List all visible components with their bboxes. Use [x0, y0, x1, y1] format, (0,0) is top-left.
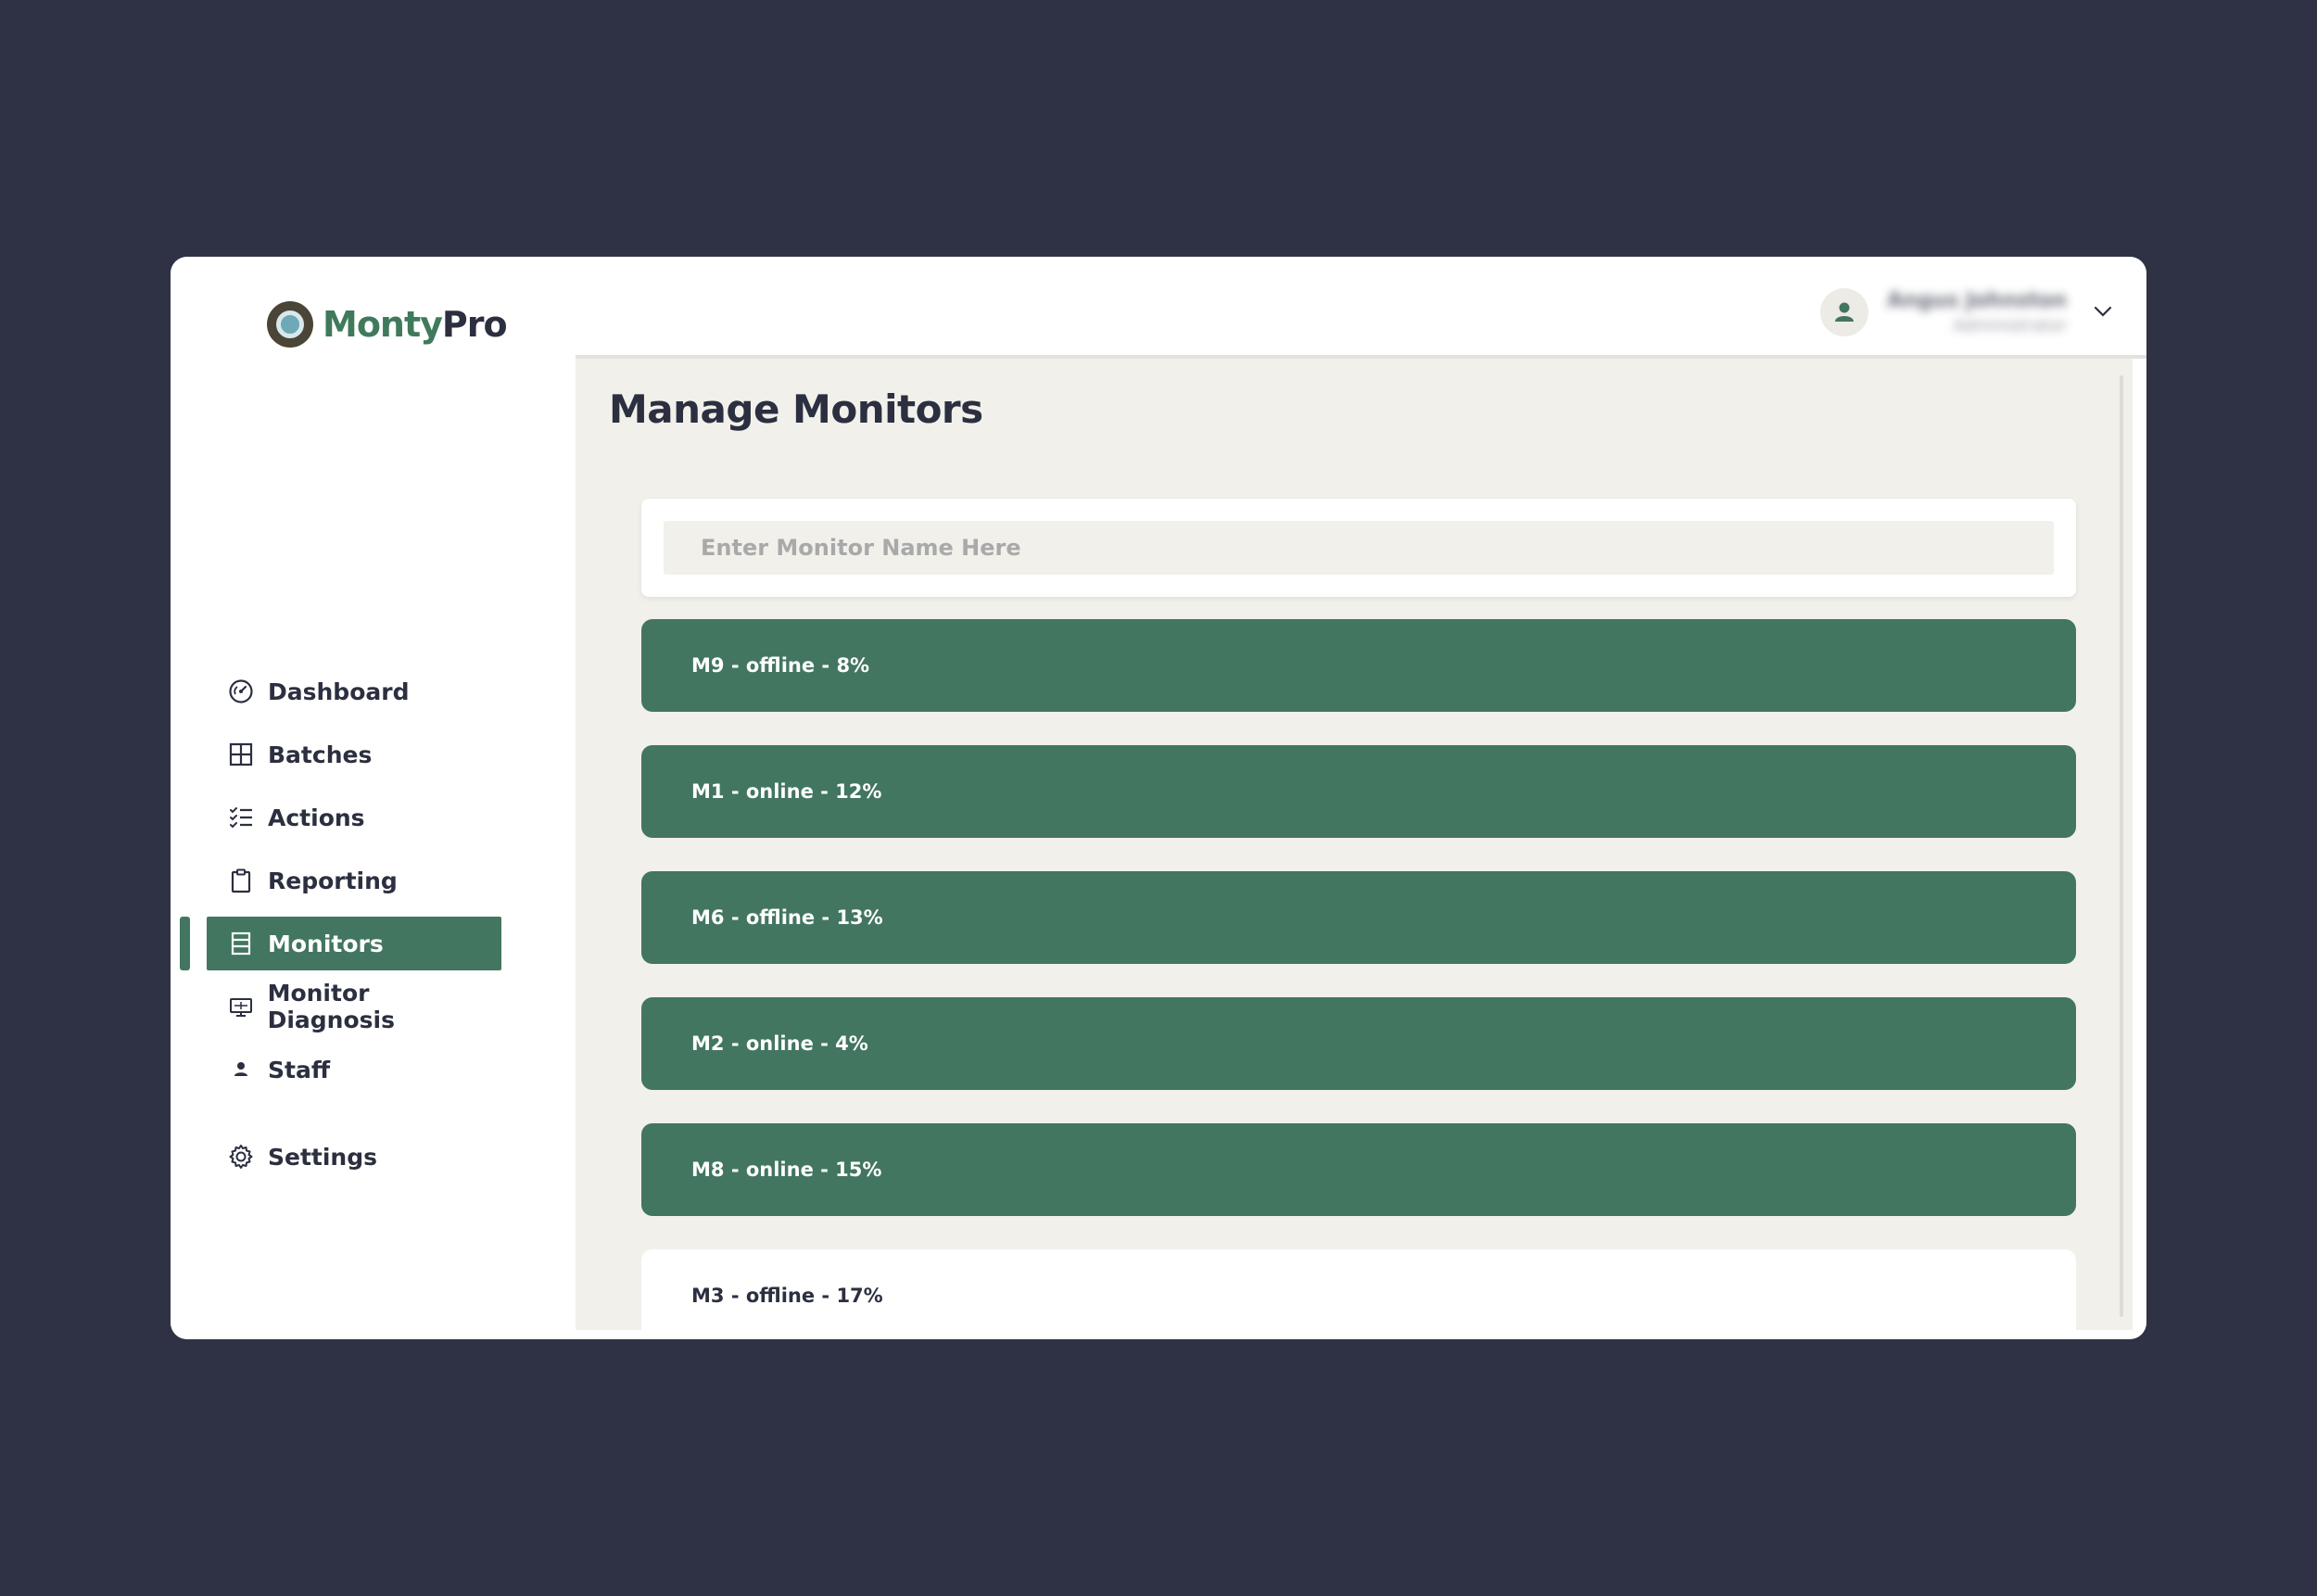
app-window: MontyPro Dashboard Batches Actions Repor… — [171, 257, 2146, 1339]
grid-icon — [227, 741, 255, 768]
sidebar-item-label: Dashboard — [268, 678, 410, 705]
sidebar-item-label: Monitors — [268, 930, 384, 957]
monitor-label: M2 - online - 4% — [691, 1032, 868, 1055]
sidebar-item-label: Monitor Diagnosis — [267, 980, 395, 1033]
top-header: Angus Johnston Administrator — [576, 257, 2146, 359]
sidebar-item-dashboard[interactable]: Dashboard — [207, 665, 501, 718]
sidebar-item-label: Staff — [268, 1056, 331, 1083]
monitor-label: M1 - online - 12% — [691, 780, 882, 803]
sidebar-item-label: Reporting — [268, 867, 398, 894]
search-card — [641, 499, 2076, 597]
main-content: Manage Monitors M9 - offline - 8% M1 - o… — [576, 359, 2133, 1330]
monitor-label: M6 - offline - 13% — [691, 906, 883, 929]
page-title: Manage Monitors — [609, 386, 983, 432]
monitor-label: M8 - online - 15% — [691, 1159, 882, 1181]
user-menu[interactable]: Angus Johnston Administrator — [1820, 288, 2113, 336]
monitor-row[interactable]: M9 - offline - 8% — [641, 619, 2076, 712]
dashboard-gauge-icon — [227, 678, 255, 705]
clipboard-icon — [227, 867, 255, 894]
user-info: Angus Johnston Administrator — [1887, 289, 2067, 336]
monitor-label: M9 - offline - 8% — [691, 654, 870, 677]
monitor-label: M3 - offline - 17% — [691, 1285, 883, 1307]
monitor-row[interactable]: M6 - offline - 13% — [641, 871, 2076, 964]
monitor-row[interactable]: M1 - online - 12% — [641, 745, 2076, 838]
monitor-search-input[interactable] — [664, 521, 2054, 575]
user-role: Administrator — [1953, 316, 2067, 336]
active-indicator — [180, 917, 190, 970]
monitor-icon — [227, 993, 255, 1020]
list-panel-icon — [227, 930, 255, 957]
sidebar: MontyPro Dashboard Batches Actions Repor… — [171, 257, 576, 1339]
user-name: Angus Johnston — [1887, 289, 2067, 312]
sidebar-item-actions[interactable]: Actions — [207, 791, 501, 844]
logo-text: MontyPro — [323, 304, 508, 345]
sidebar-item-staff[interactable]: Staff — [207, 1043, 501, 1096]
sidebar-item-label: Batches — [268, 741, 373, 768]
logo[interactable]: MontyPro — [267, 298, 508, 350]
gear-icon — [227, 1143, 255, 1171]
monitor-row[interactable]: M8 - online - 15% — [641, 1123, 2076, 1216]
sidebar-item-batches[interactable]: Batches — [207, 728, 501, 781]
sidebar-item-settings[interactable]: Settings — [207, 1130, 501, 1184]
logo-mark-icon — [267, 301, 313, 348]
scrollbar[interactable] — [2120, 375, 2123, 1317]
checklist-icon — [227, 804, 255, 831]
sidebar-item-label: Actions — [268, 804, 365, 831]
avatar[interactable] — [1820, 288, 1869, 336]
monitor-row[interactable]: M2 - online - 4% — [641, 997, 2076, 1090]
sidebar-item-monitors[interactable]: Monitors — [207, 917, 501, 970]
chevron-down-icon[interactable] — [2093, 304, 2113, 322]
person-icon — [227, 1056, 255, 1083]
user-icon — [1835, 302, 1855, 322]
sidebar-item-reporting[interactable]: Reporting — [207, 854, 501, 907]
sidebar-item-label: Settings — [268, 1143, 378, 1171]
sidebar-item-monitor-diagnosis[interactable]: Monitor Diagnosis — [207, 980, 501, 1033]
monitor-row[interactable]: M3 - offline - 17% — [641, 1249, 2076, 1330]
